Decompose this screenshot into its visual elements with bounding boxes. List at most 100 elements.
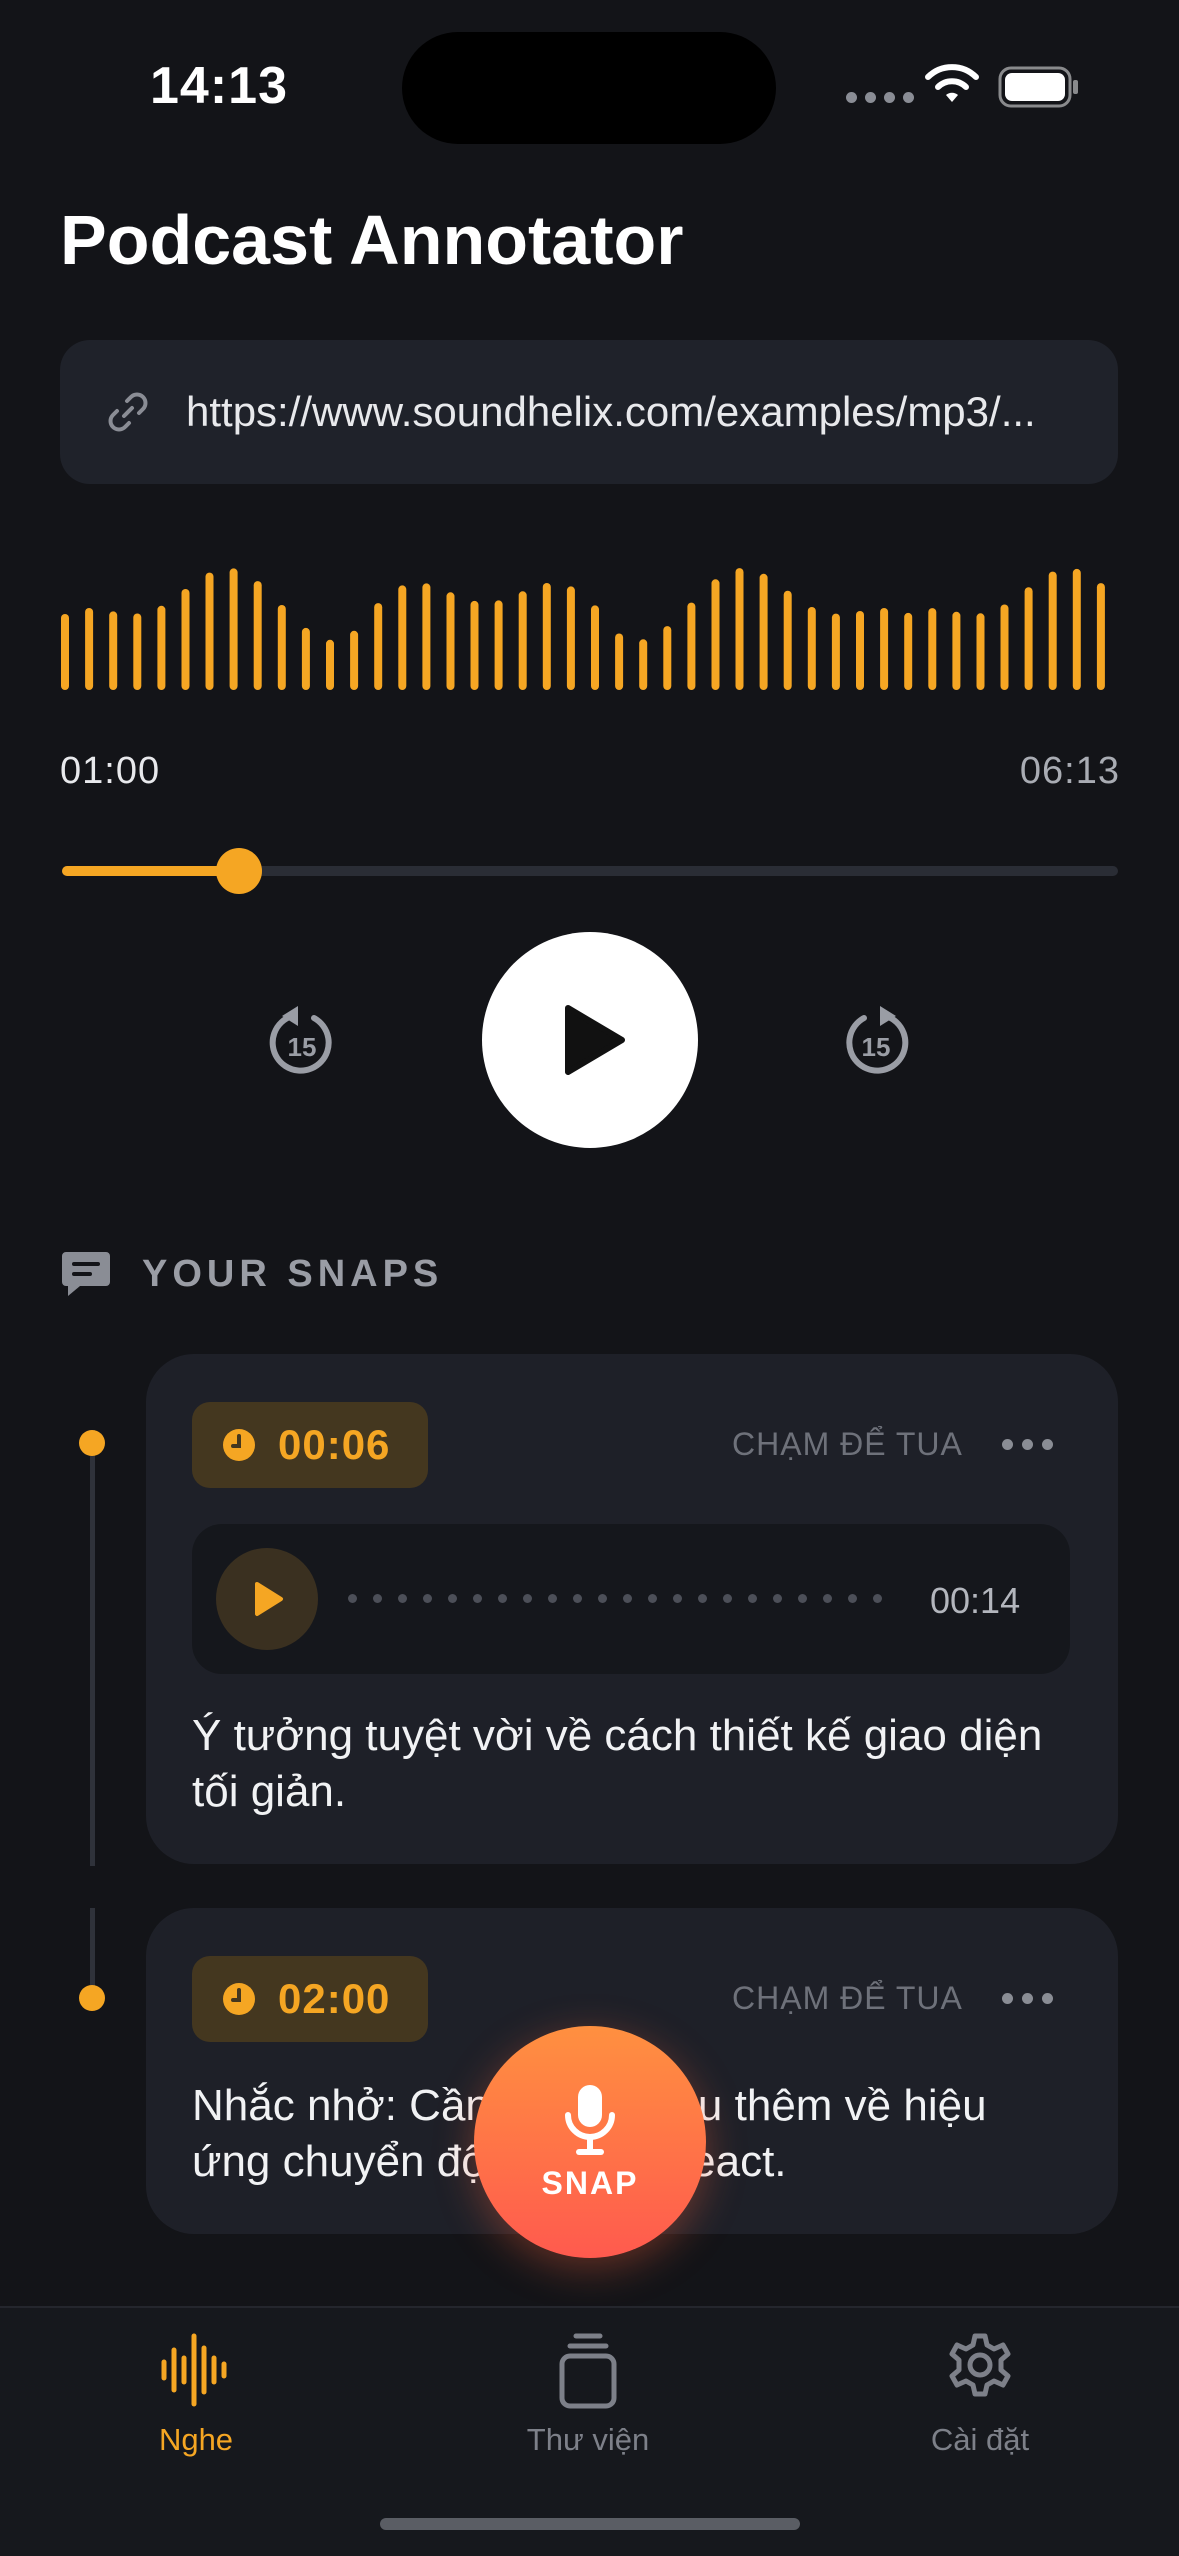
- waveform-bar: [1072, 568, 1081, 690]
- tab-listen[interactable]: Nghe: [76, 2330, 316, 2458]
- voice-note-player[interactable]: 00:14: [192, 1524, 1070, 1674]
- timeline-dot: [79, 1985, 105, 2011]
- tab-library[interactable]: Thư viện: [468, 2330, 708, 2458]
- more-options-button[interactable]: [1002, 1993, 1053, 2004]
- seek-hint: CHẠM ĐỂ TUA: [732, 1980, 963, 2016]
- voice-waveform-dot: [423, 1594, 432, 1603]
- clock-icon: [223, 1983, 255, 2015]
- snap-timestamp: 00:06: [278, 1421, 391, 1468]
- snaps-section-header: YOUR SNAPS: [60, 1248, 443, 1300]
- tab-label: Cài đặt: [930, 2422, 1030, 2457]
- waveform-bar: [1000, 604, 1009, 690]
- voice-waveform-dot: [448, 1594, 457, 1603]
- url-text: https://www.soundhelix.com/examples/mp3/…: [186, 388, 1036, 435]
- waveform-bar: [374, 603, 383, 690]
- clock-icon: [223, 1429, 255, 1461]
- voice-waveform-dot: [823, 1594, 832, 1603]
- waveform-bar: [759, 573, 768, 690]
- waveform-bar: [277, 605, 286, 690]
- waveform-bar: [1096, 583, 1105, 690]
- waveform-icon: [161, 2333, 227, 2407]
- timeline-dot: [79, 1430, 105, 1456]
- waveform-bar: [1024, 587, 1033, 690]
- page-title: Podcast Annotator: [60, 201, 684, 279]
- waveform-bar: [976, 613, 985, 690]
- waveform-bar: [542, 583, 551, 690]
- seek-hint: CHẠM ĐỂ TUA: [732, 1426, 963, 1462]
- waveform-bar: [735, 568, 744, 690]
- more-options-button[interactable]: [1002, 1439, 1053, 1450]
- current-time: 01:00: [60, 750, 161, 792]
- waveform-bar: [253, 581, 262, 690]
- snap-timestamp-chip[interactable]: 00:06: [192, 1402, 429, 1488]
- waveform-bar: [205, 572, 214, 690]
- play-button[interactable]: [482, 932, 698, 1148]
- waveform-bar: [229, 568, 238, 690]
- voice-waveform-dot: [548, 1594, 557, 1603]
- waveform-bar: [350, 630, 359, 690]
- svg-text:15: 15: [862, 1032, 891, 1062]
- gear-icon: [949, 2333, 1011, 2397]
- waveform-bar: [856, 611, 864, 690]
- voice-waveform-dot: [523, 1594, 532, 1603]
- skip-back-15-icon: 15: [269, 1006, 332, 1074]
- snap-card[interactable]: 00:06 CHẠM ĐỂ TUA 00:14 Ý tưởng tuyệt vờ…: [146, 1354, 1118, 1864]
- snap-button-label: SNAP: [541, 2164, 639, 2201]
- seek-thumb[interactable]: [216, 848, 262, 894]
- waveform-bar: [711, 579, 720, 690]
- snap-button[interactable]: SNAP: [474, 2026, 706, 2258]
- snaps-heading: YOUR SNAPS: [142, 1252, 444, 1295]
- waveform-bar: [422, 583, 431, 690]
- home-indicator: [380, 2518, 800, 2530]
- waveform-bar: [301, 627, 310, 690]
- skip-forward-15-icon: 15: [846, 1006, 909, 1074]
- waveform-bar: [615, 633, 624, 690]
- tab-label: Thư viện: [526, 2422, 650, 2457]
- status-time: 14:13: [150, 57, 288, 115]
- waveform-bar: [566, 586, 575, 690]
- voice-waveform-dot: [573, 1594, 582, 1603]
- link-icon: [108, 392, 148, 432]
- snap-note: Ý tưởng tuyệt vời về cách thiết kế giao …: [192, 1711, 1043, 1816]
- snap-timestamp-chip[interactable]: 02:00: [192, 1956, 429, 2042]
- voice-waveform-dot: [498, 1594, 507, 1603]
- skip-forward-button[interactable]: 15: [836, 998, 916, 1082]
- voice-waveform: [348, 1594, 882, 1603]
- cellular-signal-icon: [846, 92, 914, 103]
- waveform-bar: [446, 592, 455, 690]
- voice-waveform-dot: [798, 1594, 807, 1603]
- snap-timestamp: 02:00: [278, 1975, 391, 2022]
- skip-back-button[interactable]: 15: [262, 998, 342, 1082]
- waveform-bar: [109, 611, 118, 690]
- waveform-bar: [61, 614, 69, 690]
- voice-waveform-dot: [623, 1594, 632, 1603]
- voice-waveform-dot: [348, 1594, 357, 1603]
- waveform-bar: [880, 608, 889, 690]
- waveform-bar: [85, 608, 94, 690]
- voice-waveform-dot: [373, 1594, 382, 1603]
- timeline-line: [90, 1430, 95, 1866]
- voice-waveform-dot: [848, 1594, 857, 1603]
- waveform-bar: [470, 600, 479, 690]
- voice-waveform-dot: [473, 1594, 482, 1603]
- play-icon: [255, 1582, 283, 1616]
- voice-waveform-dot: [873, 1594, 882, 1603]
- voice-waveform-dot: [748, 1594, 757, 1603]
- seek-progress: [62, 866, 240, 876]
- microphone-icon: [565, 2084, 615, 2155]
- waveform-bar: [157, 605, 166, 690]
- voice-waveform-dot: [648, 1594, 657, 1603]
- waveform-bar: [952, 611, 961, 690]
- url-input[interactable]: https://www.soundhelix.com/examples/mp3/…: [60, 340, 1118, 484]
- waveform-bar: [591, 605, 599, 690]
- voice-play-button[interactable]: [216, 1548, 318, 1650]
- waveform-bar: [1048, 571, 1057, 690]
- waveform[interactable]: [60, 550, 1120, 700]
- wifi-icon: [925, 64, 979, 102]
- waveform-bar: [518, 591, 527, 690]
- waveform-bar: [494, 600, 503, 690]
- voice-waveform-dot: [598, 1594, 607, 1603]
- waveform-bar: [928, 608, 937, 690]
- tab-settings[interactable]: Cài đặt: [860, 2330, 1100, 2458]
- waveform-bar: [783, 590, 792, 690]
